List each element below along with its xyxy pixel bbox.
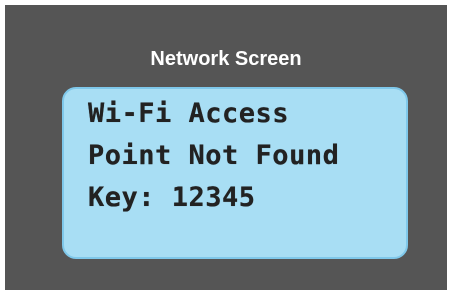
screen-title: Network Screen [150, 48, 302, 70]
device-frame: Network Screen Wi-Fi Access Point Not Fo… [5, 5, 447, 290]
lcd-line-2: Point Not Found [88, 140, 340, 171]
lcd-line-3: Key: 12345 [88, 182, 256, 213]
lcd-line-1: Wi-Fi Access [88, 98, 290, 129]
lcd-display: Wi-Fi Access Point Not Found Key: 12345 [62, 87, 408, 259]
